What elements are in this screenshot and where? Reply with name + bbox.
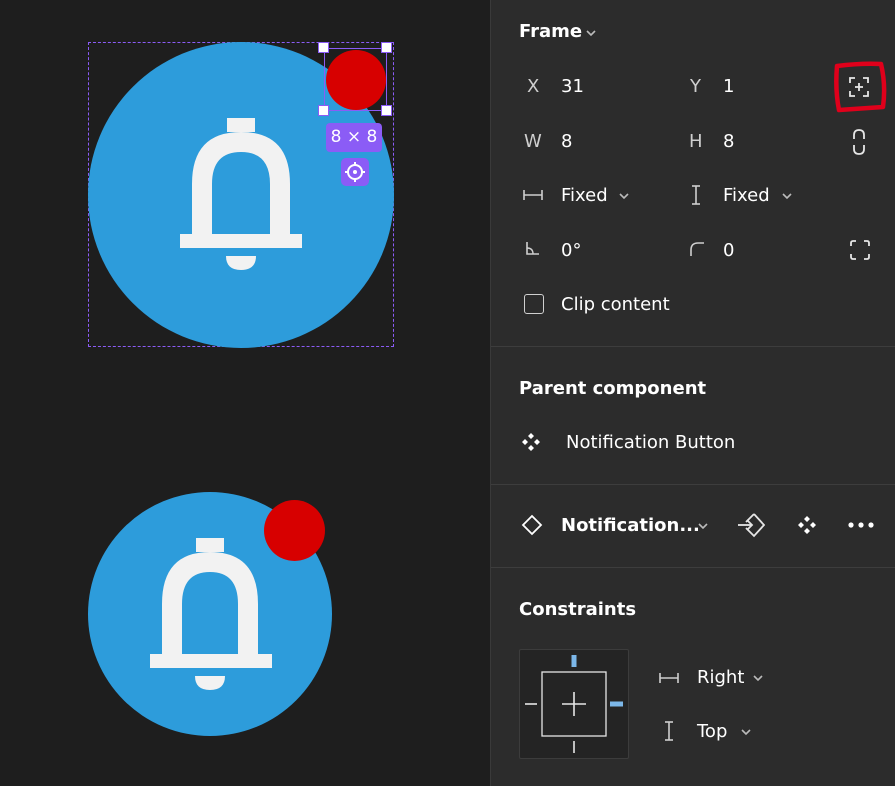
frame-section-title[interactable]: Frame (519, 21, 582, 43)
chevron-down-icon[interactable] (781, 190, 793, 202)
parent-component-link[interactable]: Notification Button (566, 432, 735, 454)
vertical-constraint-dropdown[interactable]: Top (697, 721, 727, 743)
corner-radius-input[interactable]: 0 (723, 240, 734, 262)
w-input[interactable]: 8 (561, 131, 572, 153)
divider (491, 346, 895, 347)
design-canvas[interactable]: 8 × 8 (0, 0, 490, 786)
corner-radius-icon (690, 242, 704, 256)
resize-handle-bottom-left[interactable] (318, 105, 329, 116)
horizontal-resizing-icon (523, 190, 543, 200)
selection-size-badge: 8 × 8 (326, 123, 382, 152)
crosshair-icon (345, 162, 365, 182)
more-options-icon[interactable] (847, 521, 875, 529)
parent-component-title: Parent component (519, 378, 707, 399)
resize-handle-top-left[interactable] (318, 42, 329, 53)
chevron-down-icon[interactable] (740, 726, 752, 738)
constraints-diagram (525, 655, 623, 753)
h-input[interactable]: 8 (723, 131, 734, 153)
target-anchor-button[interactable] (341, 158, 369, 186)
rotation-icon (526, 242, 539, 255)
component-icon (522, 433, 540, 451)
x-label: X (527, 76, 540, 97)
chevron-down-icon[interactable] (752, 672, 764, 684)
x-input[interactable]: 31 (561, 76, 584, 98)
horizontal-resizing-dropdown[interactable]: Fixed (561, 185, 608, 207)
red-annotation-highlight (834, 61, 887, 113)
divider (491, 484, 895, 485)
resize-handle-top-right[interactable] (381, 42, 392, 53)
vertical-resizing-dropdown[interactable]: Fixed (723, 185, 770, 207)
rotation-input[interactable]: 0° (561, 240, 581, 262)
chevron-down-icon[interactable] (618, 190, 630, 202)
instance-diamond-icon (521, 514, 543, 536)
constraints-widget[interactable] (519, 649, 629, 759)
chevron-down-icon[interactable] (585, 27, 597, 39)
constraint-right-active (610, 701, 623, 707)
clip-content-checkbox[interactable] (524, 294, 544, 314)
chevron-down-icon[interactable] (697, 520, 709, 532)
h-label: H (689, 131, 703, 152)
constraints-title: Constraints (519, 599, 637, 620)
independent-corners-icon[interactable] (849, 239, 871, 261)
badge-dot-selected[interactable] (326, 50, 386, 110)
horizontal-constraint-dropdown[interactable]: Right (697, 667, 744, 689)
divider (491, 567, 895, 568)
horizontal-constraint-icon (659, 673, 679, 683)
go-to-main-component-icon[interactable] (737, 512, 765, 538)
component-icon[interactable] (797, 515, 817, 535)
y-label: Y (690, 76, 701, 97)
y-input[interactable]: 1 (723, 76, 734, 98)
vertical-constraint-icon (665, 721, 673, 741)
vertical-resizing-icon (692, 185, 700, 205)
instance-swap-dropdown[interactable]: Notification... (561, 515, 700, 537)
badge-dot[interactable] (264, 500, 325, 561)
constrain-proportions-icon[interactable] (850, 128, 868, 156)
constraint-top-active (571, 655, 577, 667)
properties-panel: Frame X 31 Y 1 W 8 H 8 Fixed Fixed 0° 0 … (490, 0, 895, 786)
resize-handle-bottom-right[interactable] (381, 105, 392, 116)
clip-content-label[interactable]: Clip content (561, 294, 670, 316)
w-label: W (524, 131, 542, 152)
